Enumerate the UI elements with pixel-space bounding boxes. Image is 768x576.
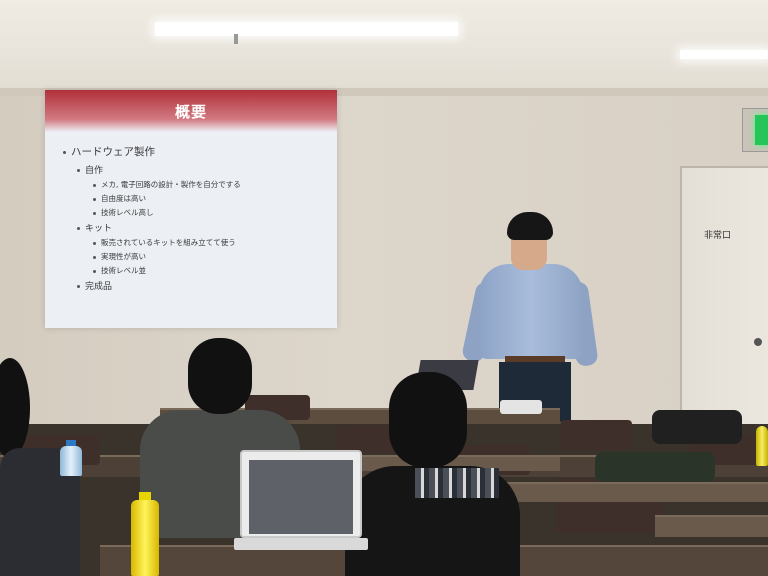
bag <box>652 410 742 444</box>
slide-bullet-text: 完成品 <box>85 282 113 292</box>
bullet-icon <box>63 150 66 154</box>
slide-title: 概要 <box>174 102 207 121</box>
slide-bullet: 自由度は高い <box>93 193 337 204</box>
slide-bullet: キット <box>77 221 337 234</box>
ceiling <box>0 0 768 95</box>
bullet-icon <box>93 255 96 259</box>
bottle-body <box>60 446 82 476</box>
slide-bullet: 実現性が高い <box>93 251 337 262</box>
presenter-hair <box>507 212 553 240</box>
slide-bullet-text: 自由度は高い <box>101 194 146 203</box>
slide-body: ハードウェア製作 自作 メカ, 電子回路の設計・製作を自分でする 自由度は高い … <box>45 132 337 292</box>
bottle <box>756 422 768 466</box>
laptop-base <box>234 538 368 550</box>
bullet-icon <box>93 269 96 273</box>
slide-bullet-text: メカ, 電子回路の設計・製作を自分でする <box>101 180 241 189</box>
bullet-icon <box>93 211 96 215</box>
desk <box>655 515 768 537</box>
plaid-collar <box>415 468 499 498</box>
exit-light <box>755 115 768 145</box>
ceiling-light <box>155 22 458 36</box>
ceiling-light <box>680 50 768 59</box>
bullet-icon <box>77 169 80 172</box>
seminar-room-scene: 概要 ハードウェア製作 自作 メカ, 電子回路の設計・製作を自分でする 自由度は… <box>0 0 768 576</box>
bullet-icon <box>93 197 96 201</box>
projected-slide: 概要 ハードウェア製作 自作 メカ, 電子回路の設計・製作を自分でする 自由度は… <box>45 90 337 328</box>
presenter-shirt <box>479 264 583 359</box>
door-knob <box>754 338 762 346</box>
juice-bottle <box>131 492 159 576</box>
bottle-body <box>131 500 159 576</box>
slide-bullet: 完成品 <box>77 279 337 292</box>
sprinkler <box>234 34 238 44</box>
laptop-screen <box>240 450 362 538</box>
slide-bullet-text: 販売されているキットを組み立てて使う <box>101 238 236 247</box>
audience-head <box>188 338 252 414</box>
slide-bullet-text: 実現性が高い <box>101 252 146 261</box>
slide-bullet: 販売されているキットを組み立てて使う <box>93 237 337 248</box>
slide-bullet-text: 技術レベル並 <box>101 266 146 275</box>
door-sign: 非常口 <box>704 231 732 241</box>
desk <box>505 482 768 502</box>
slide-bullet-text: 自作 <box>85 166 104 176</box>
slide-bullet: ハードウェア製作 <box>63 144 337 159</box>
slide-bullet: 技術レベル並 <box>93 265 337 276</box>
exit-sign <box>742 108 768 152</box>
slide-bullet-text: 技術レベル高し <box>101 208 154 217</box>
audience-head <box>0 358 30 458</box>
chair <box>560 420 632 450</box>
laptop-display <box>249 460 353 534</box>
slide-bullet-text: ハードウェア製作 <box>71 146 155 158</box>
emergency-exit-door: 非常口 <box>680 166 768 426</box>
audience-laptop <box>234 450 368 554</box>
bullet-icon <box>77 227 80 230</box>
bullet-icon <box>93 241 96 245</box>
bottle-body <box>756 426 768 466</box>
slide-bullet: メカ, 電子回路の設計・製作を自分でする <box>93 179 337 190</box>
slide-bullet-text: キット <box>85 224 113 234</box>
audience-member <box>345 372 520 576</box>
jacket <box>595 452 715 482</box>
water-bottle <box>60 440 82 476</box>
slide-header: 概要 <box>45 90 337 132</box>
audience-head <box>389 372 467 468</box>
slide-bullet: 自作 <box>77 163 337 176</box>
bullet-icon <box>93 183 96 187</box>
slide-bullet: 技術レベル高し <box>93 207 337 218</box>
bullet-icon <box>77 285 80 288</box>
